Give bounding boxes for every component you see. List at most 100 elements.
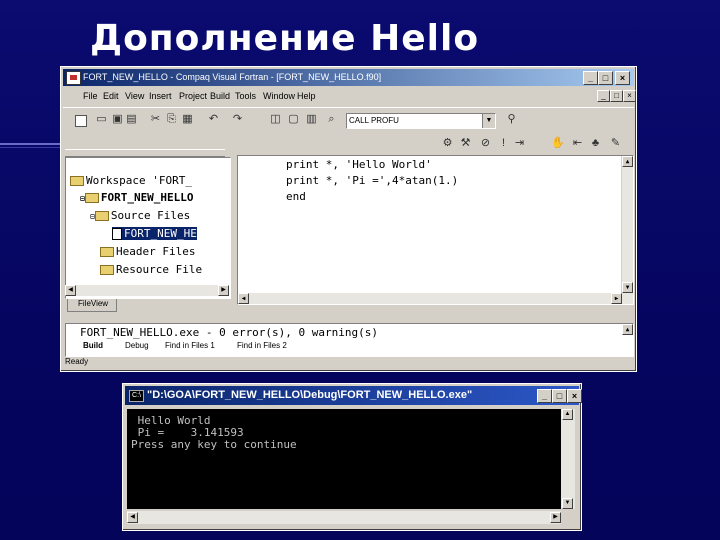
console-icon: C:\ — [129, 390, 144, 402]
menu-tools[interactable]: Tools — [235, 91, 256, 101]
workspace-panel: Workspace 'FORT_ ⊟ FORT_NEW_HELLO ⊟ Source… — [65, 157, 231, 299]
code-editor[interactable]: print *, 'Hello World' print *, 'Pi =',4… — [237, 155, 634, 305]
find-icon[interactable]: ⚲ — [505, 113, 518, 126]
close-button[interactable]: × — [567, 389, 582, 403]
code-line: print *, 'Hello World' — [286, 158, 432, 171]
slide-title: Дополнение Hello — [90, 18, 480, 59]
console-window: C:\ "D:\GOA\FORT_NEW_HELLO\Debug\FORT_NE… — [122, 383, 582, 531]
console-output[interactable]: Hello World Pi = 3.141593 Press any key … — [127, 409, 561, 509]
tree-item-source-files[interactable]: ⊟ Source Files — [90, 209, 190, 222]
menu-insert[interactable]: Insert — [149, 91, 172, 101]
toolbar: ▭ ▣ ▤ ✂ ⎘ ▦ ↶ ↷ ◫ ▢ ▥ ⌕ CALL PROFU ▼ ⚲ — [63, 107, 634, 134]
edit-icon[interactable]: ✎ — [609, 137, 622, 150]
menu-build[interactable]: Build — [210, 91, 230, 101]
save-all-icon[interactable]: ▤ — [125, 113, 138, 126]
new-file-icon[interactable] — [75, 115, 87, 127]
editor-hscrollbar[interactable]: ◀ ▶ — [238, 293, 633, 304]
build-icon[interactable]: ⚒ — [459, 137, 472, 150]
tree-icon[interactable]: ♣ — [589, 137, 602, 150]
cut-icon[interactable]: ✂ — [149, 113, 162, 126]
console-title: "D:\GOA\FORT_NEW_HELLO\Debug\FORT_NEW_HE… — [147, 389, 473, 401]
menu-edit[interactable]: Edit — [103, 91, 119, 101]
scroll-up-icon[interactable]: ▲ — [622, 156, 633, 167]
scroll-left-icon[interactable]: ◀ — [65, 285, 76, 296]
tab-build[interactable]: Build — [83, 341, 103, 350]
mdi-close-button[interactable]: × — [623, 90, 636, 102]
save-icon[interactable]: ▣ — [111, 113, 124, 126]
scroll-right-icon[interactable]: ▶ — [611, 293, 622, 304]
tab-fileview[interactable]: FileView — [67, 299, 117, 312]
folder-icon — [100, 265, 114, 275]
tree-item-workspace[interactable]: Workspace 'FORT_ — [70, 174, 192, 187]
redo-icon[interactable]: ↷ — [231, 113, 244, 126]
menu-window[interactable]: Window — [263, 91, 295, 101]
output-pane[interactable]: FORT_NEW_HELLO.exe - 0 error(s), 0 warni… — [65, 323, 634, 357]
window-list-icon[interactable]: ▥ — [305, 113, 318, 126]
undo-icon[interactable]: ↶ — [207, 113, 220, 126]
menu-help[interactable]: Help — [297, 91, 316, 101]
status-bar: Ready — [65, 357, 89, 366]
folder-icon — [100, 247, 114, 257]
console-titlebar[interactable]: C:\ "D:\GOA\FORT_NEW_HELLO\Debug\FORT_NE… — [125, 386, 582, 405]
console-vscrollbar[interactable]: ▲ ▼ — [561, 409, 575, 509]
console-hscrollbar[interactable]: ◀ ▶ — [127, 511, 561, 524]
paste-icon[interactable]: ▦ — [181, 113, 194, 126]
tree-item-resource-files[interactable]: Resource File — [100, 263, 202, 276]
tab-debug[interactable]: Debug — [125, 341, 149, 350]
maximize-button[interactable]: □ — [552, 389, 567, 403]
project-icon — [84, 193, 99, 203]
output-icon[interactable]: ▢ — [287, 113, 300, 126]
decorative-line — [0, 143, 64, 145]
copy-icon[interactable]: ⎘ — [165, 113, 178, 126]
ide-window: FORT_NEW_HELLO - Compaq Visual Fortran -… — [60, 66, 637, 372]
scroll-left-icon[interactable]: ◀ — [127, 512, 138, 523]
ide-titlebar[interactable]: FORT_NEW_HELLO - Compaq Visual Fortran -… — [63, 69, 634, 86]
class-wizard-icon[interactable]: ⇤ — [571, 137, 584, 150]
scroll-right-icon[interactable]: ▶ — [218, 285, 229, 296]
tree-item-header-files[interactable]: Header Files — [100, 245, 195, 258]
output-line: FORT_NEW_HELLO.exe - 0 error(s), 0 warni… — [80, 326, 379, 339]
find-in-files-icon[interactable]: ⌕ — [325, 113, 338, 126]
minimize-button[interactable]: _ — [583, 71, 598, 85]
open-folder-icon[interactable]: ▭ — [95, 113, 108, 126]
stop-build-icon[interactable]: ⊘ — [479, 137, 492, 150]
mdi-restore-button[interactable]: □ — [610, 90, 623, 102]
tree-item-source-file[interactable]: FORT_NEW_HE — [112, 227, 197, 240]
workspace-icon[interactable]: ◫ — [269, 113, 282, 126]
execute-icon[interactable]: ! — [497, 137, 510, 150]
menu-file[interactable]: File — [83, 91, 98, 101]
workspace-icon — [70, 176, 84, 186]
mdi-minimize-button[interactable]: _ — [597, 90, 610, 102]
chevron-down-icon[interactable]: ▼ — [482, 114, 495, 128]
app-icon — [66, 71, 81, 85]
compile-icon[interactable]: ⚙ — [441, 137, 454, 150]
breakpoint-icon[interactable]: ✋ — [551, 137, 565, 150]
editor-vscrollbar[interactable]: ▲ ▼ — [621, 156, 633, 304]
workspace-hscrollbar[interactable]: ◀ ▶ — [65, 285, 229, 296]
scroll-left-icon[interactable]: ◀ — [238, 293, 249, 304]
tree-item-project[interactable]: ⊟ FORT_NEW_HELLO — [80, 191, 194, 204]
tab-find-in-files-1[interactable]: Find in Files 1 — [165, 341, 215, 350]
console-line: Press any key to continue — [131, 438, 297, 451]
maximize-button[interactable]: □ — [598, 71, 613, 85]
find-combo[interactable]: CALL PROFU ▼ — [346, 113, 496, 129]
workspace-grip[interactable] — [65, 149, 225, 157]
close-button[interactable]: × — [615, 71, 630, 85]
scroll-right-icon[interactable]: ▶ — [550, 512, 561, 523]
scroll-up-icon[interactable]: ▲ — [622, 324, 633, 335]
menu-bar: File Edit View Insert Project Build Tool… — [63, 88, 636, 104]
decorative-line-thin — [0, 147, 64, 148]
code-line: end — [286, 190, 306, 203]
minimize-button[interactable]: _ — [537, 389, 552, 403]
go-icon[interactable]: ⇥ — [513, 137, 526, 150]
scroll-up-icon[interactable]: ▲ — [562, 409, 573, 420]
code-line: print *, 'Pi =',4*atan(1.) — [286, 174, 459, 187]
scroll-down-icon[interactable]: ▼ — [562, 498, 573, 509]
scroll-down-icon[interactable]: ▼ — [622, 282, 633, 293]
ide-title: FORT_NEW_HELLO - Compaq Visual Fortran -… — [83, 72, 382, 82]
find-combo-value: CALL PROFU — [349, 116, 399, 125]
folder-icon — [94, 211, 109, 221]
menu-project[interactable]: Project — [179, 91, 207, 101]
menu-view[interactable]: View — [125, 91, 144, 101]
tab-find-in-files-2[interactable]: Find in Files 2 — [237, 341, 287, 350]
